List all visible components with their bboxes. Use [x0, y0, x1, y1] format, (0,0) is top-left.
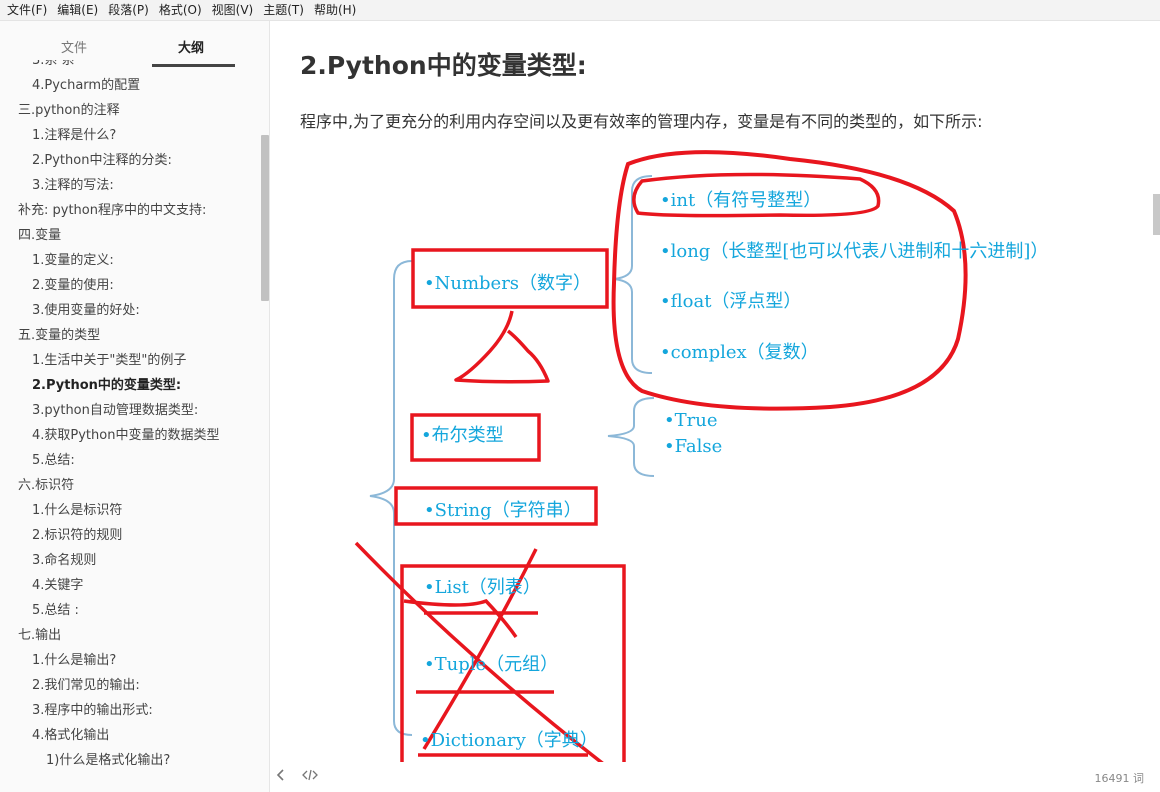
- outline-item[interactable]: 2.我们常见的输出:: [32, 677, 140, 695]
- editor-scrollbar-thumb[interactable]: [1153, 194, 1160, 235]
- bool-brace: [607, 397, 655, 477]
- tab-files[interactable]: 文件: [61, 37, 87, 56]
- outline-item[interactable]: 2.标识符的规则: [32, 527, 122, 545]
- menu-format[interactable]: 格式(O): [154, 0, 207, 21]
- int-label: •int（有符号整型）: [660, 190, 822, 211]
- source-code-icon[interactable]: [302, 768, 318, 786]
- outline-item[interactable]: 1.注释是什么?: [32, 127, 116, 145]
- dictionary-label: •Dictionary（字典）: [420, 730, 598, 751]
- outline-item[interactable]: 3.python自动管理数据类型:: [32, 402, 198, 420]
- sidebar: 文件 大纲 3.系 系 4.Pycharm的配置三.python的注释 1.注释是什…: [0, 21, 270, 792]
- bool-label: •布尔类型: [421, 425, 504, 446]
- outline-item[interactable]: 3.使用变量的好处:: [32, 302, 140, 320]
- outline-item[interactable]: 七.输出: [18, 627, 61, 645]
- outline-item[interactable]: 1)什么是格式化输出?: [46, 752, 170, 770]
- outline-item[interactable]: 3.程序中的输出形式:: [32, 702, 153, 720]
- triangle-annotation: [454, 310, 550, 384]
- outline-item[interactable]: 六.标识符: [18, 477, 74, 495]
- outline-item[interactable]: 5.总结:: [32, 452, 75, 470]
- outline-item[interactable]: 2.Python中注释的分类:: [32, 152, 172, 170]
- menu-view[interactable]: 视图(V): [207, 0, 259, 21]
- numbers-label: •Numbers（数字）: [424, 273, 592, 294]
- outline-item[interactable]: 5.总结 :: [32, 602, 79, 620]
- menu-file[interactable]: 文件(F): [2, 0, 52, 21]
- menu-help[interactable]: 帮助(H): [309, 0, 361, 21]
- outline-item[interactable]: 3.注释的写法:: [32, 177, 114, 195]
- sidebar-scrollbar-thumb[interactable]: [261, 135, 269, 301]
- diagram-svg: [354, 150, 968, 762]
- tab-outline[interactable]: 大纲: [178, 37, 204, 56]
- long-label: •long（长整型[也可以代表八进制和十六进制]）: [660, 241, 1049, 262]
- outline-item[interactable]: 补充: python程序中的中文支持:: [18, 202, 206, 220]
- outline-item[interactable]: 2.变量的使用:: [32, 277, 114, 295]
- word-count[interactable]: 16491 词: [1095, 770, 1145, 786]
- outline-item[interactable]: 1.什么是标识符: [32, 502, 122, 520]
- status-bar: 16491 词: [270, 762, 1160, 792]
- complex-label: •complex（复数）: [660, 342, 819, 363]
- outline-item[interactable]: 三.python的注释: [18, 102, 120, 120]
- menu-bar: 文件(F) 编辑(E) 段落(P) 格式(O) 视图(V) 主题(T) 帮助(H…: [0, 0, 1160, 21]
- chevron-left-icon[interactable]: [276, 768, 286, 786]
- menu-theme[interactable]: 主题(T): [258, 0, 309, 21]
- outline-item[interactable]: 4.格式化输出: [32, 727, 109, 745]
- string-label: •String（字符串）: [424, 500, 582, 521]
- variable-types-image: •Numbers（数字） •int（有符号整型） •long（长整型[也可以代表…: [270, 21, 1160, 762]
- outline-item[interactable]: 4.获取Python中变量的数据类型: [32, 427, 219, 445]
- menu-paragraph[interactable]: 段落(P): [103, 0, 154, 21]
- float-label: •float（浮点型）: [660, 291, 802, 312]
- outline-list: 3.系 系 4.Pycharm的配置三.python的注释 1.注释是什么? 2.Py…: [0, 60, 262, 792]
- true-label: •True: [664, 410, 718, 431]
- outline-item[interactable]: 五.变量的类型: [18, 327, 100, 345]
- false-label: •False: [664, 436, 723, 457]
- outline-item[interactable]: 四.变量: [18, 227, 61, 245]
- outline-item[interactable]: 3.命名规则: [32, 552, 96, 570]
- outline-item[interactable]: 4.Pycharm的配置: [32, 77, 140, 95]
- outline-item[interactable]: 4.关键字: [32, 577, 83, 595]
- main-brace: [369, 260, 413, 736]
- outline-item[interactable]: 2.Python中的变量类型:: [32, 377, 181, 395]
- outline-item[interactable]: 1.生活中关于"类型"的例子: [32, 352, 186, 370]
- outline-item[interactable]: 1.变量的定义:: [32, 252, 114, 270]
- tuple-label: •Tuple（元组）: [424, 654, 559, 675]
- list-label: •List（列表）: [424, 577, 541, 598]
- outline-item[interactable]: 3.系 系: [32, 60, 75, 70]
- outline-item[interactable]: 1.什么是输出?: [32, 652, 116, 670]
- editor[interactable]: 2.Python中的变量类型: 程序中,为了更充分的利用内存空间以及更有效率的管…: [270, 21, 1160, 762]
- menu-edit[interactable]: 编辑(E): [52, 0, 103, 21]
